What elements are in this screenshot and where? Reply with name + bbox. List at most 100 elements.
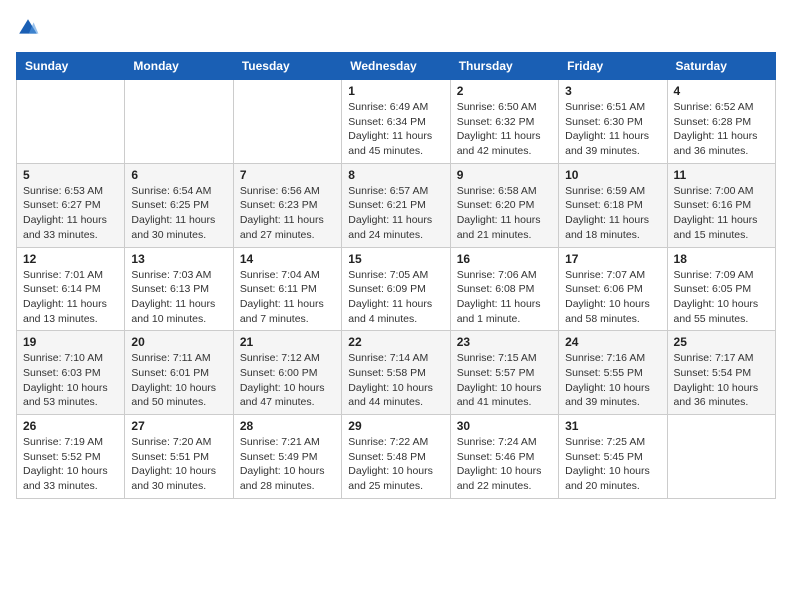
calendar-cell: 2 Sunrise: 6:50 AM Sunset: 6:32 PM Daylig… bbox=[450, 80, 558, 164]
day-info: Sunrise: 6:53 AM Sunset: 6:27 PM Dayligh… bbox=[23, 184, 118, 243]
day-number: 17 bbox=[565, 252, 660, 266]
day-number: 9 bbox=[457, 168, 552, 182]
day-info: Sunrise: 6:57 AM Sunset: 6:21 PM Dayligh… bbox=[348, 184, 443, 243]
calendar-cell: 14 Sunrise: 7:04 AM Sunset: 6:11 PM Dayli… bbox=[233, 247, 341, 331]
day-info: Sunrise: 7:19 AM Sunset: 5:52 PM Dayligh… bbox=[23, 435, 118, 494]
day-info: Sunrise: 7:12 AM Sunset: 6:00 PM Dayligh… bbox=[240, 351, 335, 410]
day-number: 5 bbox=[23, 168, 118, 182]
day-info: Sunrise: 6:50 AM Sunset: 6:32 PM Dayligh… bbox=[457, 100, 552, 159]
calendar-cell: 23Sunrise: 7:15 AM Sunset: 5:57 PM Dayli… bbox=[450, 331, 558, 415]
calendar-cell: 21 Sunrise: 7:12 AM Sunset: 6:00 PM Dayli… bbox=[233, 331, 341, 415]
calendar-table: SundayMondayTuesdayWednesdayThursdayFrid… bbox=[16, 52, 776, 499]
calendar-cell: 13 Sunrise: 7:03 AM Sunset: 6:13 PM Dayli… bbox=[125, 247, 233, 331]
day-info: Sunrise: 6:52 AM Sunset: 6:28 PM Dayligh… bbox=[674, 100, 769, 159]
day-info: Sunrise: 7:20 AM Sunset: 5:51 PM Dayligh… bbox=[131, 435, 226, 494]
day-number: 3 bbox=[565, 84, 660, 98]
logo-icon bbox=[16, 16, 40, 40]
logo bbox=[16, 16, 44, 40]
day-info: Sunrise: 7:25 AM Sunset: 5:45 PM Dayligh… bbox=[565, 435, 660, 494]
calendar-cell: 30 Sunrise: 7:24 AM Sunset: 5:46 PM Dayli… bbox=[450, 415, 558, 499]
day-info: Sunrise: 6:56 AM Sunset: 6:23 PM Dayligh… bbox=[240, 184, 335, 243]
col-header-friday: Friday bbox=[559, 53, 667, 80]
day-info: Sunrise: 7:09 AM Sunset: 6:05 PM Dayligh… bbox=[674, 268, 769, 327]
day-number: 29 bbox=[348, 419, 443, 433]
day-info: Sunrise: 7:21 AM Sunset: 5:49 PM Dayligh… bbox=[240, 435, 335, 494]
calendar-cell: 15 Sunrise: 7:05 AM Sunset: 6:09 PM Dayli… bbox=[342, 247, 450, 331]
day-info: Sunrise: 7:24 AM Sunset: 5:46 PM Dayligh… bbox=[457, 435, 552, 494]
calendar-week-row: 12 Sunrise: 7:01 AM Sunset: 6:14 PM Dayli… bbox=[17, 247, 776, 331]
calendar-cell: 6 Sunrise: 6:54 AM Sunset: 6:25 PM Daylig… bbox=[125, 163, 233, 247]
col-header-tuesday: Tuesday bbox=[233, 53, 341, 80]
day-info: Sunrise: 7:05 AM Sunset: 6:09 PM Dayligh… bbox=[348, 268, 443, 327]
calendar-cell: 16 Sunrise: 7:06 AM Sunset: 6:08 PM Dayli… bbox=[450, 247, 558, 331]
day-number: 2 bbox=[457, 84, 552, 98]
day-info: Sunrise: 7:10 AM Sunset: 6:03 PM Dayligh… bbox=[23, 351, 118, 410]
day-number: 23 bbox=[457, 335, 552, 349]
calendar-cell: 11 Sunrise: 7:00 AM Sunset: 6:16 PM Dayli… bbox=[667, 163, 775, 247]
day-info: Sunrise: 6:54 AM Sunset: 6:25 PM Dayligh… bbox=[131, 184, 226, 243]
day-info: Sunrise: 7:07 AM Sunset: 6:06 PM Dayligh… bbox=[565, 268, 660, 327]
col-header-sunday: Sunday bbox=[17, 53, 125, 80]
col-header-monday: Monday bbox=[125, 53, 233, 80]
day-number: 28 bbox=[240, 419, 335, 433]
day-number: 27 bbox=[131, 419, 226, 433]
calendar-cell: 24Sunrise: 7:16 AM Sunset: 5:55 PM Dayli… bbox=[559, 331, 667, 415]
day-info: Sunrise: 7:01 AM Sunset: 6:14 PM Dayligh… bbox=[23, 268, 118, 327]
calendar-cell: 9 Sunrise: 6:58 AM Sunset: 6:20 PM Daylig… bbox=[450, 163, 558, 247]
day-number: 20 bbox=[131, 335, 226, 349]
calendar-cell bbox=[125, 80, 233, 164]
day-info: Sunrise: 7:11 AM Sunset: 6:01 PM Dayligh… bbox=[131, 351, 226, 410]
day-info: Sunrise: 7:22 AM Sunset: 5:48 PM Dayligh… bbox=[348, 435, 443, 494]
col-header-saturday: Saturday bbox=[667, 53, 775, 80]
day-number: 15 bbox=[348, 252, 443, 266]
day-info: Sunrise: 7:04 AM Sunset: 6:11 PM Dayligh… bbox=[240, 268, 335, 327]
day-info: Sunrise: 6:49 AM Sunset: 6:34 PM Dayligh… bbox=[348, 100, 443, 159]
day-number: 11 bbox=[674, 168, 769, 182]
day-number: 13 bbox=[131, 252, 226, 266]
calendar-cell: 26 Sunrise: 7:19 AM Sunset: 5:52 PM Dayli… bbox=[17, 415, 125, 499]
calendar-cell: 19Sunrise: 7:10 AM Sunset: 6:03 PM Dayli… bbox=[17, 331, 125, 415]
calendar-cell: 5 Sunrise: 6:53 AM Sunset: 6:27 PM Daylig… bbox=[17, 163, 125, 247]
col-header-thursday: Thursday bbox=[450, 53, 558, 80]
calendar-header-row: SundayMondayTuesdayWednesdayThursdayFrid… bbox=[17, 53, 776, 80]
day-info: Sunrise: 6:59 AM Sunset: 6:18 PM Dayligh… bbox=[565, 184, 660, 243]
day-number: 21 bbox=[240, 335, 335, 349]
day-info: Sunrise: 7:16 AM Sunset: 5:55 PM Dayligh… bbox=[565, 351, 660, 410]
calendar-cell: 28 Sunrise: 7:21 AM Sunset: 5:49 PM Dayli… bbox=[233, 415, 341, 499]
calendar-cell bbox=[233, 80, 341, 164]
day-number: 26 bbox=[23, 419, 118, 433]
calendar-week-row: 26 Sunrise: 7:19 AM Sunset: 5:52 PM Dayli… bbox=[17, 415, 776, 499]
calendar-cell: 29 Sunrise: 7:22 AM Sunset: 5:48 PM Dayli… bbox=[342, 415, 450, 499]
day-info: Sunrise: 7:00 AM Sunset: 6:16 PM Dayligh… bbox=[674, 184, 769, 243]
day-number: 8 bbox=[348, 168, 443, 182]
day-info: Sunrise: 7:14 AM Sunset: 5:58 PM Dayligh… bbox=[348, 351, 443, 410]
calendar-cell: 4Sunrise: 6:52 AM Sunset: 6:28 PM Daylig… bbox=[667, 80, 775, 164]
day-number: 1 bbox=[348, 84, 443, 98]
day-info: Sunrise: 7:06 AM Sunset: 6:08 PM Dayligh… bbox=[457, 268, 552, 327]
day-number: 31 bbox=[565, 419, 660, 433]
calendar-cell: 18 Sunrise: 7:09 AM Sunset: 6:05 PM Dayli… bbox=[667, 247, 775, 331]
calendar-cell: 17 Sunrise: 7:07 AM Sunset: 6:06 PM Dayli… bbox=[559, 247, 667, 331]
day-info: Sunrise: 6:58 AM Sunset: 6:20 PM Dayligh… bbox=[457, 184, 552, 243]
day-number: 14 bbox=[240, 252, 335, 266]
calendar-cell: 10Sunrise: 6:59 AM Sunset: 6:18 PM Dayli… bbox=[559, 163, 667, 247]
calendar-cell: 12 Sunrise: 7:01 AM Sunset: 6:14 PM Dayli… bbox=[17, 247, 125, 331]
calendar-week-row: 1 Sunrise: 6:49 AM Sunset: 6:34 PM Daylig… bbox=[17, 80, 776, 164]
day-info: Sunrise: 7:03 AM Sunset: 6:13 PM Dayligh… bbox=[131, 268, 226, 327]
calendar-cell: 8 Sunrise: 6:57 AM Sunset: 6:21 PM Daylig… bbox=[342, 163, 450, 247]
day-info: Sunrise: 6:51 AM Sunset: 6:30 PM Dayligh… bbox=[565, 100, 660, 159]
calendar-cell: 20 Sunrise: 7:11 AM Sunset: 6:01 PM Dayli… bbox=[125, 331, 233, 415]
day-number: 12 bbox=[23, 252, 118, 266]
day-number: 30 bbox=[457, 419, 552, 433]
calendar-cell: 1 Sunrise: 6:49 AM Sunset: 6:34 PM Daylig… bbox=[342, 80, 450, 164]
calendar-cell bbox=[17, 80, 125, 164]
page-header bbox=[16, 16, 776, 40]
calendar-cell: 3 Sunrise: 6:51 AM Sunset: 6:30 PM Daylig… bbox=[559, 80, 667, 164]
calendar-cell: 27 Sunrise: 7:20 AM Sunset: 5:51 PM Dayli… bbox=[125, 415, 233, 499]
day-number: 16 bbox=[457, 252, 552, 266]
day-number: 7 bbox=[240, 168, 335, 182]
day-number: 18 bbox=[674, 252, 769, 266]
calendar-cell: 31 Sunrise: 7:25 AM Sunset: 5:45 PM Dayli… bbox=[559, 415, 667, 499]
day-number: 22 bbox=[348, 335, 443, 349]
day-number: 6 bbox=[131, 168, 226, 182]
